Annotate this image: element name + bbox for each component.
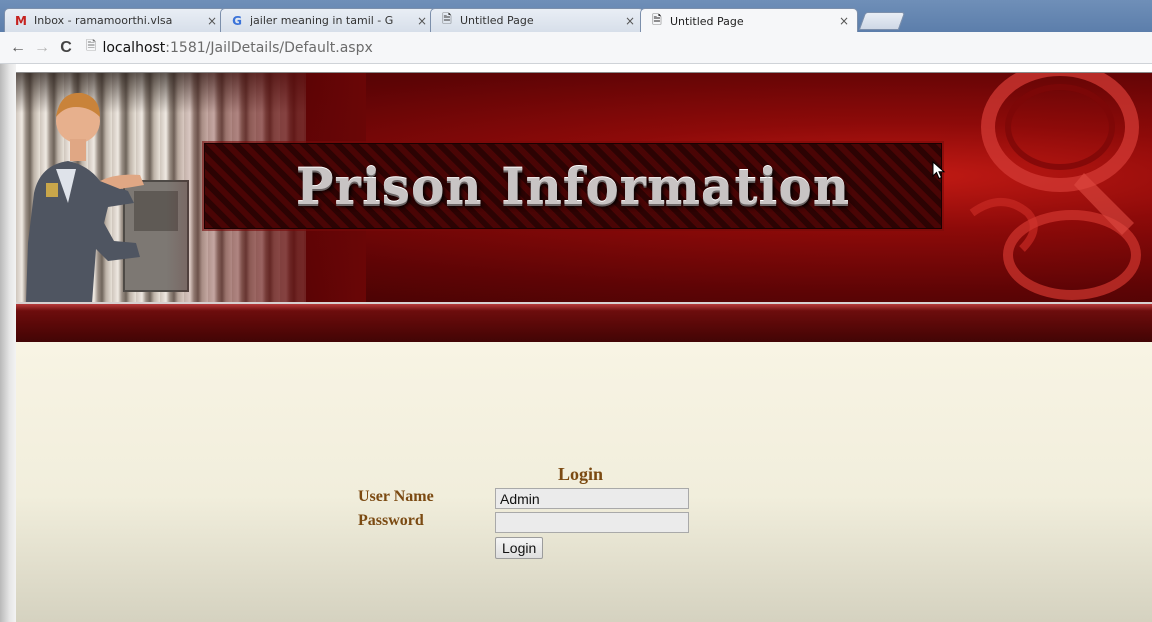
login-button[interactable]: Login bbox=[495, 537, 544, 559]
browser-toolbar: ← → C 🗎 localhost:1581/JailDetails/Defau… bbox=[0, 32, 1152, 64]
header-banner: Prison Information bbox=[16, 72, 1152, 302]
close-icon[interactable]: × bbox=[207, 14, 217, 28]
tab-inbox[interactable]: M Inbox - ramamoorthi.vlsa × bbox=[4, 8, 226, 32]
gmail-icon: M bbox=[15, 13, 27, 28]
password-label: Password bbox=[358, 512, 424, 529]
tab-google-search[interactable]: G jailer meaning in tamil - G × bbox=[220, 8, 436, 32]
main-content: Login User Name Password Login bbox=[16, 342, 1152, 622]
forward-arrow-icon[interactable]: → bbox=[30, 39, 54, 57]
site-title: Prison Information bbox=[295, 156, 851, 216]
password-input[interactable] bbox=[495, 512, 689, 533]
browser-tabstrip: M Inbox - ramamoorthi.vlsa × G jailer me… bbox=[0, 0, 1152, 33]
page-icon: 🗎 bbox=[86, 38, 97, 54]
page-viewport: Prison Information Login User Name Passw… bbox=[0, 64, 1152, 622]
url-host: localhost bbox=[102, 39, 166, 56]
tab-title: jailer meaning in tamil - G bbox=[250, 14, 394, 27]
close-icon[interactable]: × bbox=[839, 14, 849, 28]
close-icon[interactable]: × bbox=[625, 14, 635, 28]
back-arrow-icon[interactable]: ← bbox=[6, 39, 30, 57]
tab-untitled-page[interactable]: 🗎 Untitled Page × bbox=[430, 8, 644, 32]
title-plate: Prison Information bbox=[204, 143, 942, 229]
mouse-cursor-icon bbox=[932, 161, 946, 180]
new-tab-button[interactable] bbox=[858, 12, 906, 30]
username-input[interactable] bbox=[495, 488, 689, 509]
url-path: :1581/JailDetails/Default.aspx bbox=[165, 39, 373, 56]
reload-icon[interactable]: C bbox=[54, 39, 78, 57]
google-icon: G bbox=[232, 13, 242, 28]
tab-untitled-page-active[interactable]: 🗎 Untitled Page × bbox=[640, 8, 858, 33]
close-icon[interactable]: × bbox=[417, 14, 427, 28]
username-label: User Name bbox=[358, 488, 434, 505]
page-icon: 🗎 bbox=[652, 12, 662, 27]
login-heading: Login bbox=[558, 464, 604, 484]
page-gutter bbox=[0, 64, 16, 622]
nav-bar bbox=[16, 302, 1152, 342]
page-icon: 🗎 bbox=[442, 12, 452, 26]
tab-title: Untitled Page bbox=[460, 14, 534, 27]
address-bar[interactable]: 🗎 localhost:1581/JailDetails/Default.asp… bbox=[86, 36, 1116, 60]
tab-title: Inbox - ramamoorthi.vlsa bbox=[34, 14, 173, 27]
tab-title: Untitled Page bbox=[670, 14, 744, 28]
